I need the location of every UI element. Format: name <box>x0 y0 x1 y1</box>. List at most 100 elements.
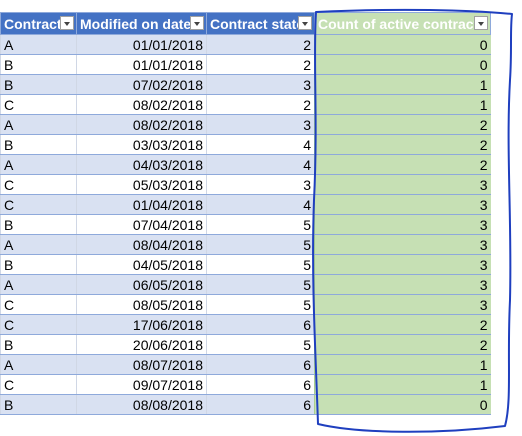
filter-dropdown-icon[interactable] <box>190 16 204 30</box>
header-contract-state[interactable]: Contract state <box>206 12 315 35</box>
filter-dropdown-icon[interactable] <box>474 16 488 30</box>
cell-contract-state[interactable]: 6 <box>206 314 315 335</box>
cell-contract-state[interactable]: 4 <box>206 154 315 175</box>
cell-contract[interactable]: B <box>0 74 77 95</box>
cell-count-active[interactable]: 0 <box>314 34 491 55</box>
cell-contract-state[interactable]: 2 <box>206 54 315 75</box>
table-row: C 17/06/2018 6 2 <box>0 314 491 335</box>
cell-contract-state[interactable]: 5 <box>206 254 315 275</box>
cell-count-active[interactable]: 0 <box>314 54 491 75</box>
cell-count-active[interactable]: 1 <box>314 374 491 395</box>
cell-modified-date[interactable]: 08/04/2018 <box>76 234 207 255</box>
cell-modified-date[interactable]: 01/01/2018 <box>76 54 207 75</box>
cell-modified-date[interactable]: 01/01/2018 <box>76 34 207 55</box>
table-row: A 06/05/2018 5 3 <box>0 274 491 295</box>
cell-count-active[interactable]: 0 <box>314 394 491 415</box>
cell-count-active[interactable]: 3 <box>314 294 491 315</box>
header-row: Contract Modified on date Contract state… <box>0 12 491 35</box>
table-body: A 01/01/2018 2 0 B 01/01/2018 2 0 B 07/02/2018 3 1 C… <box>0 34 491 415</box>
table-row: B 07/04/2018 5 3 <box>0 214 491 235</box>
cell-contract-state[interactable]: 5 <box>206 294 315 315</box>
table-row: C 01/04/2018 4 3 <box>0 194 491 215</box>
header-contract[interactable]: Contract <box>0 12 77 35</box>
cell-count-active[interactable]: 3 <box>314 254 491 275</box>
cell-modified-date[interactable]: 09/07/2018 <box>76 374 207 395</box>
header-count-active[interactable]: Count of active contracts <box>314 12 491 35</box>
cell-contract-state[interactable]: 4 <box>206 194 315 215</box>
cell-count-active[interactable]: 1 <box>314 74 491 95</box>
cell-contract-state[interactable]: 2 <box>206 94 315 115</box>
header-modified-on-date[interactable]: Modified on date <box>76 12 207 35</box>
cell-modified-date[interactable]: 06/05/2018 <box>76 274 207 295</box>
cell-contract-state[interactable]: 3 <box>206 74 315 95</box>
cell-contract-state[interactable]: 2 <box>206 34 315 55</box>
table-row: B 07/02/2018 3 1 <box>0 74 491 95</box>
table-row: A 04/03/2018 4 2 <box>0 154 491 175</box>
cell-contract[interactable]: C <box>0 294 77 315</box>
cell-modified-date[interactable]: 07/02/2018 <box>76 74 207 95</box>
cell-contract-state[interactable]: 6 <box>206 394 315 415</box>
cell-count-active[interactable]: 2 <box>314 314 491 335</box>
cell-modified-date[interactable]: 08/07/2018 <box>76 354 207 375</box>
cell-contract[interactable]: A <box>0 274 77 295</box>
table-row: A 08/07/2018 6 1 <box>0 354 491 375</box>
cell-count-active[interactable]: 2 <box>314 334 491 355</box>
cell-contract[interactable]: B <box>0 254 77 275</box>
cell-count-active[interactable]: 3 <box>314 274 491 295</box>
table-row: B 04/05/2018 5 3 <box>0 254 491 275</box>
cell-contract[interactable]: A <box>0 114 77 135</box>
cell-modified-date[interactable]: 08/08/2018 <box>76 394 207 415</box>
cell-contract[interactable]: B <box>0 214 77 235</box>
cell-contract-state[interactable]: 3 <box>206 114 315 135</box>
cell-contract[interactable]: A <box>0 354 77 375</box>
cell-modified-date[interactable]: 01/04/2018 <box>76 194 207 215</box>
table-row: B 03/03/2018 4 2 <box>0 134 491 155</box>
cell-contract-state[interactable]: 5 <box>206 274 315 295</box>
table-row: B 20/06/2018 5 2 <box>0 334 491 355</box>
data-table: Contract Modified on date Contract state… <box>0 12 491 415</box>
cell-contract-state[interactable]: 5 <box>206 234 315 255</box>
cell-contract[interactable]: A <box>0 34 77 55</box>
cell-modified-date[interactable]: 04/05/2018 <box>76 254 207 275</box>
cell-contract[interactable]: C <box>0 374 77 395</box>
cell-contract[interactable]: C <box>0 174 77 195</box>
filter-dropdown-icon[interactable] <box>60 16 74 30</box>
cell-count-active[interactable]: 1 <box>314 354 491 375</box>
cell-count-active[interactable]: 2 <box>314 154 491 175</box>
cell-count-active[interactable]: 3 <box>314 194 491 215</box>
table-row: A 08/04/2018 5 3 <box>0 234 491 255</box>
cell-contract-state[interactable]: 4 <box>206 134 315 155</box>
cell-modified-date[interactable]: 20/06/2018 <box>76 334 207 355</box>
filter-dropdown-icon[interactable] <box>298 16 312 30</box>
cell-modified-date[interactable]: 08/02/2018 <box>76 114 207 135</box>
cell-contract[interactable]: B <box>0 394 77 415</box>
header-count-label: Count of active contracts <box>318 16 487 33</box>
cell-contract[interactable]: A <box>0 154 77 175</box>
cell-contract-state[interactable]: 5 <box>206 334 315 355</box>
cell-count-active[interactable]: 3 <box>314 174 491 195</box>
cell-contract[interactable]: C <box>0 94 77 115</box>
cell-modified-date[interactable]: 17/06/2018 <box>76 314 207 335</box>
cell-count-active[interactable]: 3 <box>314 234 491 255</box>
cell-contract-state[interactable]: 3 <box>206 174 315 195</box>
cell-contract-state[interactable]: 6 <box>206 354 315 375</box>
cell-modified-date[interactable]: 03/03/2018 <box>76 134 207 155</box>
cell-count-active[interactable]: 2 <box>314 114 491 135</box>
cell-count-active[interactable]: 1 <box>314 94 491 115</box>
cell-contract-state[interactable]: 5 <box>206 214 315 235</box>
header-state-label: Contract state <box>210 16 305 33</box>
cell-contract[interactable]: A <box>0 234 77 255</box>
cell-contract[interactable]: B <box>0 54 77 75</box>
cell-modified-date[interactable]: 05/03/2018 <box>76 174 207 195</box>
cell-count-active[interactable]: 3 <box>314 214 491 235</box>
cell-count-active[interactable]: 2 <box>314 134 491 155</box>
cell-modified-date[interactable]: 07/04/2018 <box>76 214 207 235</box>
cell-contract[interactable]: C <box>0 194 77 215</box>
cell-contract[interactable]: B <box>0 134 77 155</box>
cell-contract-state[interactable]: 6 <box>206 374 315 395</box>
cell-modified-date[interactable]: 08/02/2018 <box>76 94 207 115</box>
cell-modified-date[interactable]: 08/05/2018 <box>76 294 207 315</box>
cell-contract[interactable]: B <box>0 334 77 355</box>
cell-contract[interactable]: C <box>0 314 77 335</box>
cell-modified-date[interactable]: 04/03/2018 <box>76 154 207 175</box>
